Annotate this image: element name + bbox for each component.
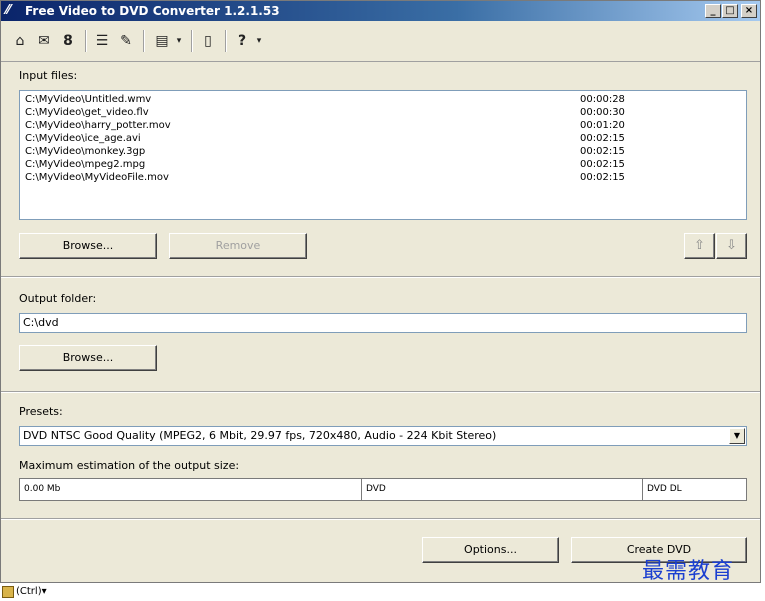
chevron-down-icon[interactable]: ▼ [729, 428, 745, 444]
help-icon[interactable]: ? [233, 31, 251, 51]
toolbar-separator [191, 30, 193, 52]
close-button[interactable]: × [741, 4, 757, 18]
dvd-dl-marker [642, 479, 643, 500]
output-size-bar: 0.00 Mb DVD DVD DL [19, 478, 747, 501]
paste-icon[interactable] [2, 586, 14, 598]
watermark-text: 最需教育 [642, 559, 735, 584]
input-files-list[interactable]: C:\MyVideo\Untitled.wmv 00:00:28 C:\MyVid… [19, 90, 747, 220]
dvd-marker [361, 479, 362, 500]
dvd-marker-label: DVD [366, 484, 386, 494]
move-up-button[interactable]: ⇧ [684, 233, 715, 259]
move-down-button[interactable]: ⇩ [716, 233, 747, 259]
user-icon[interactable]: 8 [59, 31, 77, 51]
presets-select[interactable]: DVD NTSC Good Quality (MPEG2, 6 Mbit, 29… [19, 426, 747, 446]
output-folder-label: Output folder: [19, 292, 97, 305]
dropdown-icon[interactable]: ▾ [253, 31, 265, 51]
output-folder-input[interactable]: C:\dvd [19, 313, 747, 333]
current-size-value: 0.00 Mb [24, 484, 61, 494]
list-icon[interactable]: ☰ [93, 31, 111, 51]
toolbar: ⌂ ✉ 8 ☰ ✎ ▤ ▾ ▯ ? ▾ [1, 21, 760, 62]
options-button[interactable]: Options... [422, 537, 559, 563]
app-logo-icon: ⁄⁄ [6, 3, 11, 18]
section-divider [1, 276, 760, 278]
mail-icon[interactable]: ✉ [35, 31, 53, 51]
paste-options-label[interactable]: (Ctrl)▾ [16, 586, 47, 597]
home-icon[interactable]: ⌂ [11, 31, 29, 51]
title-bar: ⁄⁄ Free Video to DVD Converter 1.2.1.53 … [1, 1, 760, 21]
arrow-up-icon: ⇧ [694, 238, 705, 253]
dvd-dl-marker-label: DVD DL [647, 484, 682, 494]
window-icon[interactable]: ▤ [153, 31, 171, 51]
input-browse-button[interactable]: Browse... [19, 233, 157, 259]
window-title: Free Video to DVD Converter 1.2.1.53 [25, 4, 280, 18]
section-divider [1, 518, 760, 520]
app-window: ⁄⁄ Free Video to DVD Converter 1.2.1.53 … [0, 0, 761, 583]
maximize-button[interactable]: □ [722, 4, 738, 18]
output-browse-button[interactable]: Browse... [19, 345, 157, 371]
input-files-label: Input files: [19, 69, 78, 82]
dropdown-icon[interactable]: ▾ [173, 31, 185, 51]
brush-icon[interactable]: ✎ [117, 31, 135, 51]
section-divider [1, 391, 760, 393]
arrow-down-icon: ⇩ [726, 238, 737, 253]
toolbar-separator [143, 30, 145, 52]
presets-label: Presets: [19, 405, 63, 418]
toolbar-separator [225, 30, 227, 52]
minimize-button[interactable]: _ [705, 4, 721, 18]
presets-selected-value: DVD NTSC Good Quality (MPEG2, 6 Mbit, 29… [23, 429, 497, 442]
fullscreen-icon[interactable]: ▯ [199, 31, 217, 51]
estimation-label: Maximum estimation of the output size: [19, 459, 240, 472]
remove-button[interactable]: Remove [169, 233, 307, 259]
toolbar-separator [85, 30, 87, 52]
